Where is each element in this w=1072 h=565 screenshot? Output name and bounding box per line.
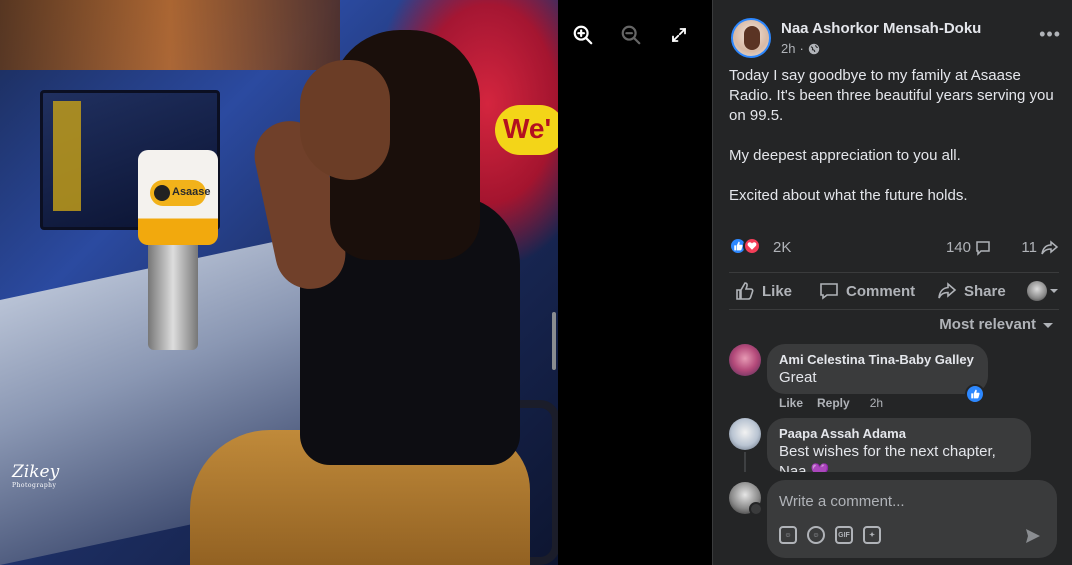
comment-button[interactable]: Comment [819,273,915,309]
comment-text: Great [779,369,817,386]
commenter-name[interactable]: Ami Celestina Tina-Baby Galley [779,352,976,368]
mic-brand-logo: Asaase [150,180,211,206]
comment-sort-dropdown[interactable]: Most relevant [939,316,1054,333]
emoji-icon[interactable]: ☺ [807,526,825,544]
commenter-name[interactable]: Paapa Assah Adama [779,426,1019,442]
share-label: Share [964,282,1006,300]
author-avatar[interactable] [731,18,771,58]
reactions-bar: 2K 140 11 [729,237,1059,259]
microphone [148,240,198,350]
comment-bubble: Ami Celestina Tina-Baby Galley Great [767,344,988,394]
caret-down-icon [1043,322,1053,328]
share-arrow-icon [1041,239,1059,254]
composer-avatar-badge[interactable] [749,502,763,516]
composer-tools: ☺ ☺ GIF ✦ [779,526,881,544]
commenter-avatar[interactable] [729,344,761,376]
thumbs-up-icon [736,282,754,300]
comment-input[interactable] [779,490,1039,512]
comment-like-link[interactable]: Like [779,396,803,410]
post-panel: Naa Ashorkor Mensah-Doku 2h · ••• Today … [712,0,1072,565]
post-paragraph: My deepest appreciation to you all. [729,147,961,164]
thread-line [744,452,746,472]
post-header: Naa Ashorkor Mensah-Doku 2h · ••• [731,18,1061,60]
reaction-count[interactable]: 2K [773,239,791,256]
author-name[interactable]: Naa Ashorkor Mensah-Doku [781,20,981,37]
comment-count-value: 140 [945,239,971,256]
comment-reply-link[interactable]: Reply [817,396,850,410]
react-as-selector[interactable] [1027,273,1059,309]
photographer-watermark: Zikey Photography [12,462,59,489]
zoom-in-icon[interactable] [568,20,598,50]
post-time[interactable]: 2h [781,41,795,56]
comment-like-reaction-icon[interactable] [965,384,985,404]
sort-label: Most relevant [939,316,1036,333]
comment-text: Best wishes for the next chapter, Naa 💜 [779,443,996,472]
like-label: Like [762,282,793,300]
reaction-icons[interactable] [729,237,761,255]
watermark-sub: Photography [12,482,57,489]
studio-light [0,0,340,70]
share-button[interactable]: Share [937,273,1006,309]
gif-icon[interactable]: GIF [835,526,853,544]
comment-actions: Like Reply 2h [779,396,883,410]
comment-composer: ☺ ☺ GIF ✦ [713,472,1072,565]
sticker-icon[interactable]: ✦ [863,526,881,544]
scroll-indicator[interactable] [552,312,556,370]
comment-bubble: Paapa Assah Adama Best wishes for the ne… [767,418,1031,472]
post-paragraph: Excited about what the future holds. [729,187,968,204]
zoom-out-icon[interactable] [616,20,646,50]
post-text: Today I say goodbye to my family at Asaa… [729,66,1054,226]
viewer-controls [568,20,694,50]
more-options-icon[interactable]: ••• [1039,24,1061,45]
post-photo[interactable]: We' Asaase Zikey Photography [0,0,558,565]
gif-label: GIF [838,531,850,539]
share-count-value: 11 [1021,239,1037,256]
share-icon [938,282,957,299]
like-button[interactable]: Like [735,273,792,309]
person-face [300,60,390,180]
send-icon[interactable] [1023,526,1043,546]
post-meta: 2h · [781,41,820,56]
viewer-avatar [1027,281,1047,301]
post-paragraph: Today I say goodbye to my family at Asaa… [729,67,1054,124]
share-count[interactable]: 11 [1021,239,1059,256]
fullscreen-icon[interactable] [664,20,694,50]
photo-viewer: We' Asaase Zikey Photography [0,0,712,565]
comment-count[interactable]: 140 [946,239,991,256]
comment-time[interactable]: 2h [870,396,883,410]
watermark-name: Zikey [12,462,60,482]
comment-box: ☺ ☺ GIF ✦ [767,480,1057,558]
comment-icon [820,283,838,300]
studio-sign: We' [495,105,558,155]
caret-down-icon [1050,289,1058,293]
globe-icon [808,43,820,54]
post-actions: Like Comment Share [729,272,1059,310]
avatar-sticker-icon[interactable]: ☺ [779,526,797,544]
commenter-avatar[interactable] [729,418,761,450]
comment-bubble-icon [976,240,990,256]
love-reaction-icon [743,237,761,255]
comment-label: Comment [846,282,916,300]
